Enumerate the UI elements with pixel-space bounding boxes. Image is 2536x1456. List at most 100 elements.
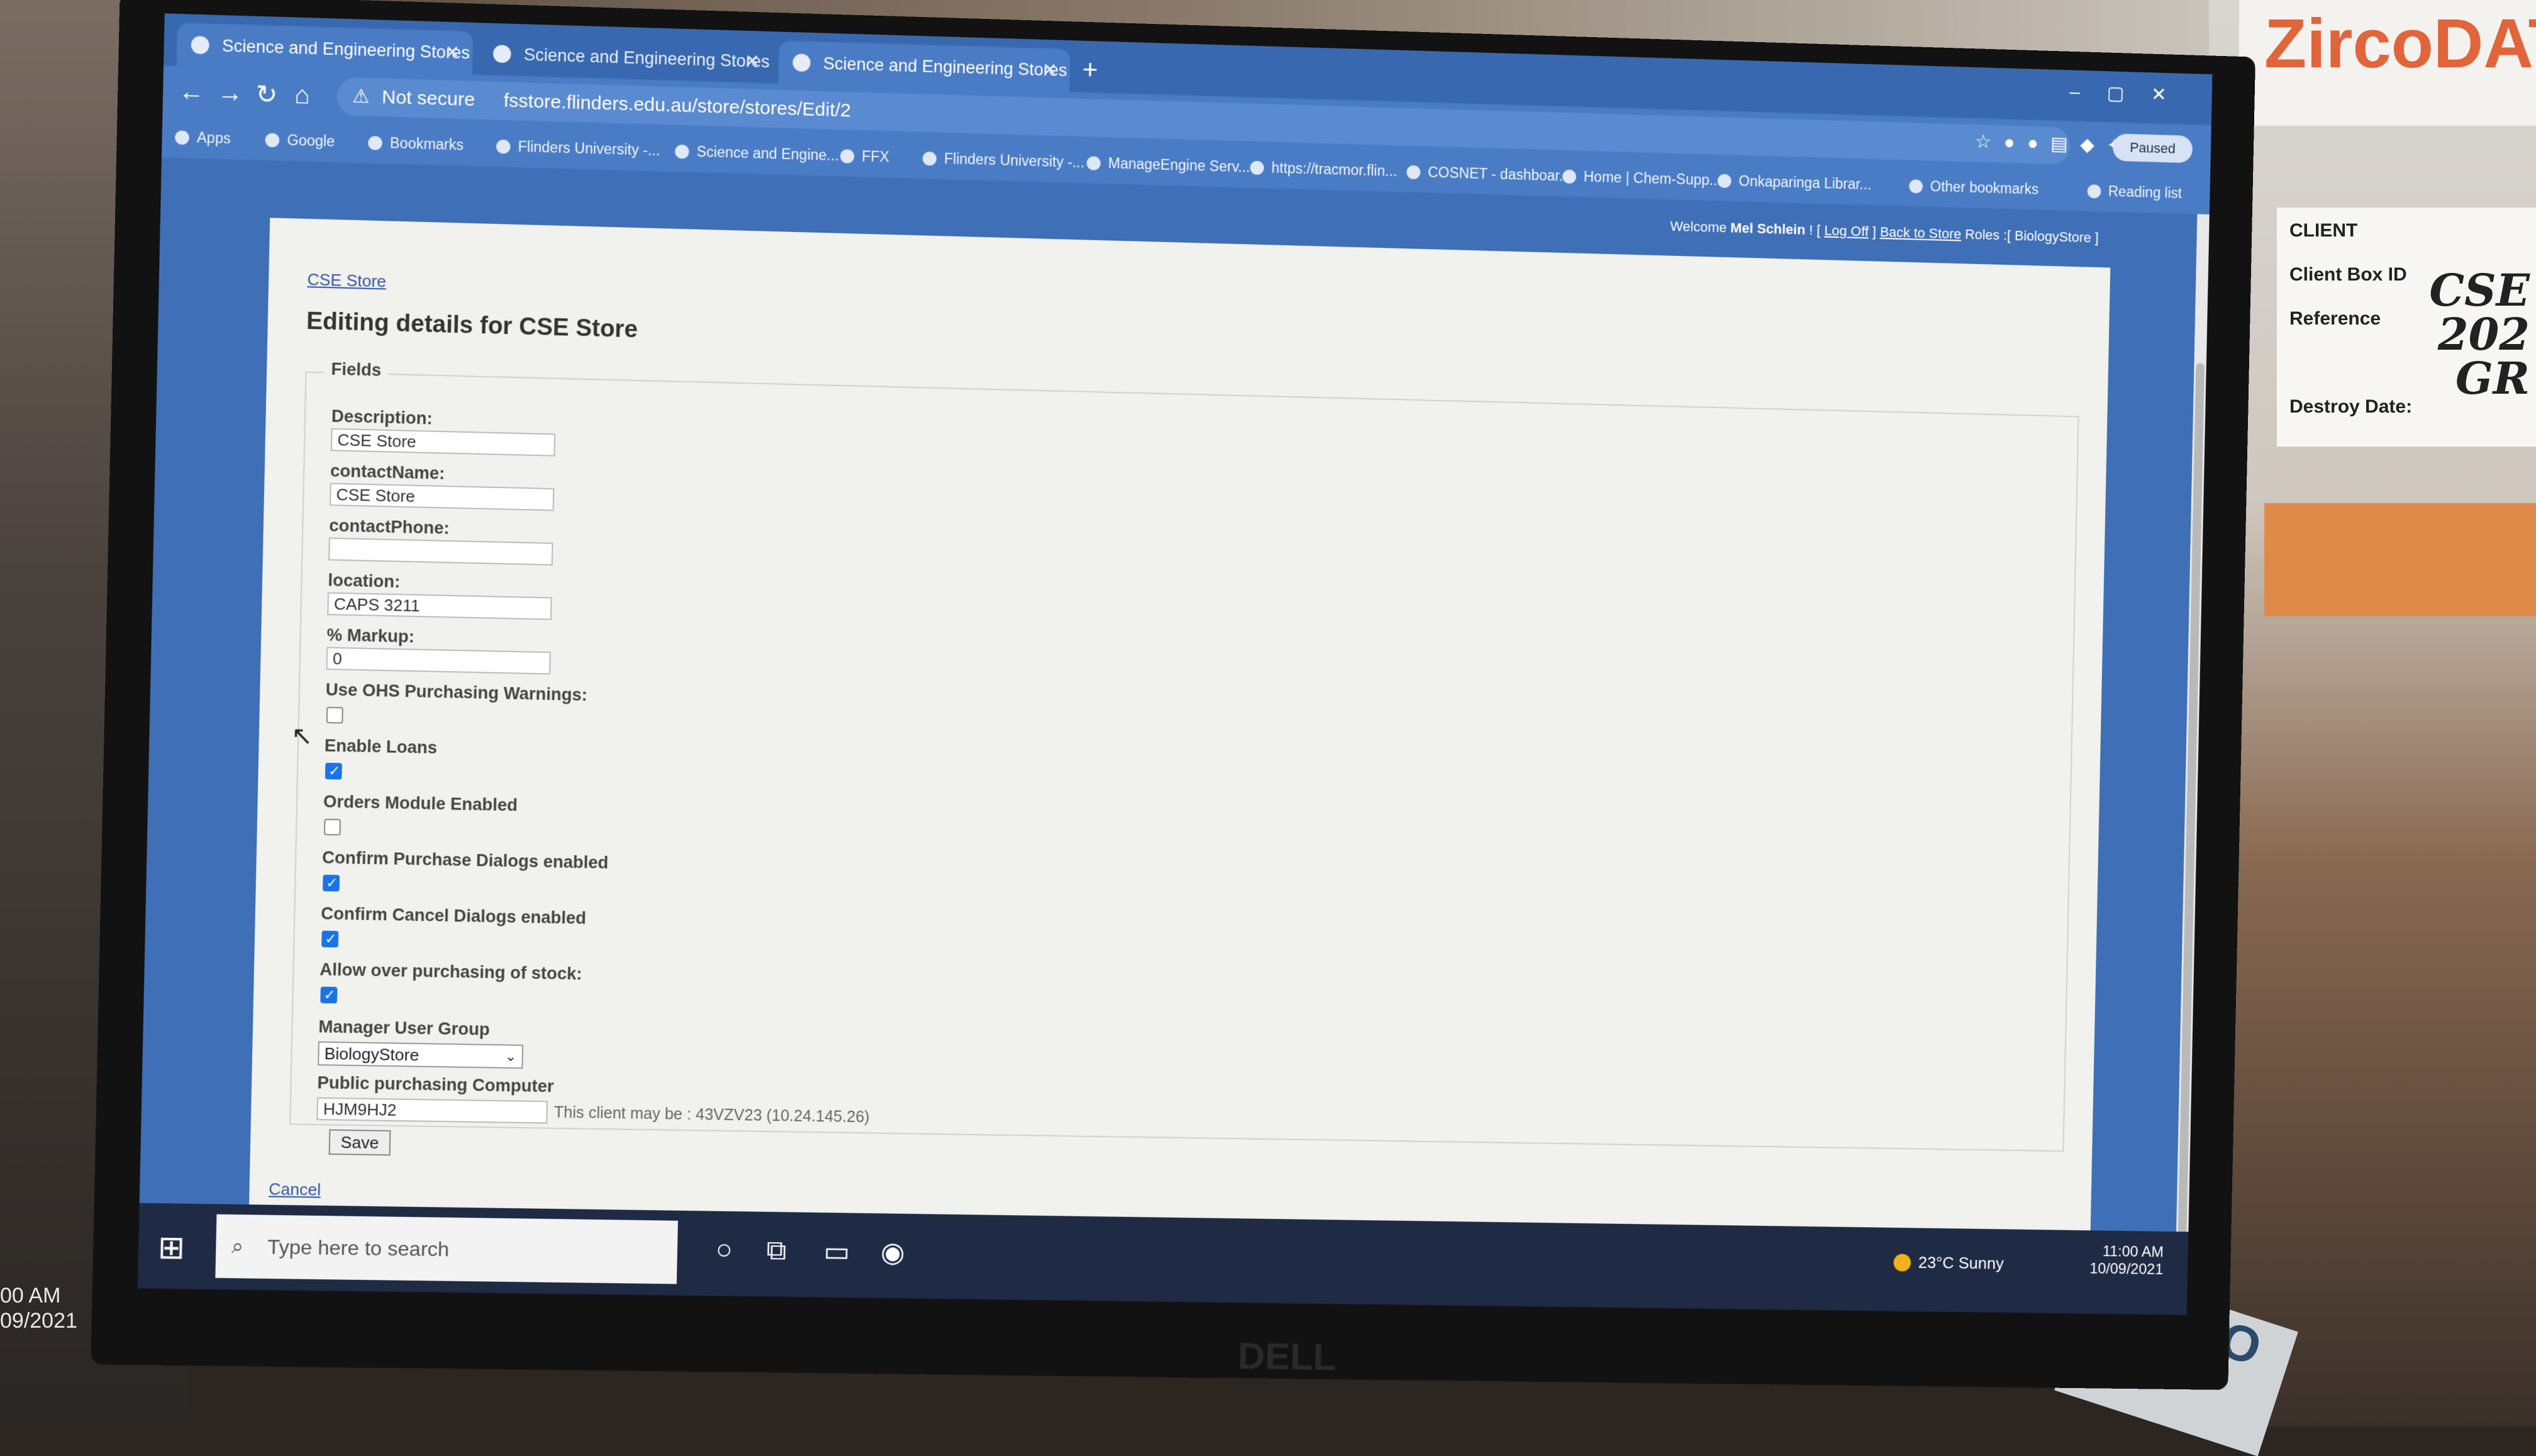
profile-button[interactable]: Paused (2112, 133, 2193, 164)
bookmark-google[interactable]: Google (265, 131, 335, 150)
public-computer-label: Public purchasing Computer (317, 1073, 554, 1096)
star-icon (367, 136, 382, 150)
file-explorer-icon[interactable]: ▭ (823, 1235, 850, 1268)
user-name: Mel Schlein (1730, 220, 1806, 238)
back-icon[interactable]: ← (178, 77, 204, 107)
content-panel: CSE Store Editing details for CSE Store … (248, 218, 2111, 1237)
enable-loans-label: Enable Loans (324, 736, 438, 758)
security-label: Not secure (381, 86, 476, 111)
ffx-icon (840, 149, 855, 164)
weather-widget[interactable]: 23°C Sunny (1893, 1253, 2004, 1274)
client-box-id-label: Client Box ID CSE (2289, 264, 2530, 316)
bookmark-onkaparinga[interactable]: Onkaparinga Librar... (1717, 172, 1872, 194)
breadcrumb-link[interactable]: CSE Store (307, 270, 386, 292)
confirm-cancel-label: Confirm Cancel Dialogs enabled (320, 904, 587, 928)
roles-text: Roles :[ BiologyStore ] (1964, 226, 2099, 246)
windows-start-icon[interactable]: ⊞ (157, 1229, 185, 1266)
cortana-icon[interactable]: ○ (715, 1234, 733, 1266)
forward-icon[interactable]: → (217, 79, 243, 108)
welcome-bar: Welcome Mel Schlein ! [ Log Off ] Back t… (1670, 218, 2099, 246)
sun-icon (1893, 1253, 1911, 1272)
new-tab-button[interactable]: + (1082, 55, 1098, 86)
reference-label: Reference 202 (2289, 308, 2530, 360)
public-computer-input[interactable] (316, 1097, 548, 1124)
over-purchase-checkbox[interactable] (320, 986, 338, 1004)
save-button[interactable]: Save (328, 1129, 391, 1156)
bookmark-folder[interactable]: Bookmarks (367, 134, 464, 154)
orders-module-checkbox[interactable] (323, 818, 342, 836)
manager-group-label: Manager User Group (318, 1017, 491, 1039)
close-tab-icon[interactable]: ✕ (744, 40, 760, 83)
bookmark-flinders-1[interactable]: Flinders University -... (496, 138, 660, 160)
task-view-icon[interactable]: ⧉ (766, 1235, 787, 1267)
contact-phone-label: contactPhone: (328, 516, 450, 538)
confirm-purchase-label: Confirm Purchase Dialogs enabled (321, 848, 609, 872)
description-label: Description: (331, 406, 433, 428)
chem-supply-icon (1562, 169, 1577, 184)
ohs-warnings-label: Use OHS Purchasing Warnings: (325, 680, 588, 705)
google-icon (265, 133, 280, 148)
confirm-cancel-checkbox[interactable] (321, 930, 339, 948)
manager-group-select[interactable]: BiologyStore ⌄ (318, 1041, 524, 1069)
flinders-icon (922, 151, 937, 166)
other-bookmarks[interactable]: Other bookmarks (1909, 177, 2038, 197)
cancel-link[interactable]: Cancel (269, 1179, 321, 1200)
client-card-header: CLIENT (2289, 220, 2358, 241)
ohs-warnings-checkbox[interactable] (326, 706, 343, 724)
description-input[interactable] (330, 428, 556, 457)
screen: Science and Engineering Stores ✕ Science… (137, 13, 2213, 1315)
fields-fieldset: Fields Description: contactName: contact… (289, 359, 2079, 1156)
markup-label: % Markup: (326, 625, 415, 647)
close-tab-icon[interactable]: ✕ (444, 31, 460, 74)
library-icon (1717, 174, 1732, 188)
confirm-purchase-checkbox[interactable] (323, 874, 340, 892)
location-label: location: (328, 570, 401, 592)
client-hint: This client may be : 43VZV23 (10.24.145.… (553, 1103, 870, 1126)
monitor-brand: DELL (1237, 1335, 1337, 1379)
reference-label-2: GR (2455, 352, 2530, 404)
bookmark-apps[interactable]: Apps (174, 128, 231, 147)
contact-name-label: contactName: (330, 461, 445, 483)
system-clock[interactable]: 11:00 AM 10/09/2021 (2089, 1243, 2164, 1279)
manageengine-icon (1086, 156, 1101, 170)
log-off-link[interactable]: Log Off (1824, 223, 1869, 240)
back-to-store-link[interactable]: Back to Store (1880, 224, 1962, 242)
page-title: Editing details for CSE Store (306, 308, 638, 343)
contact-name-input[interactable] (329, 482, 555, 511)
orders-module-label: Orders Module Enabled (323, 792, 518, 815)
enable-loans-checkbox[interactable] (325, 762, 342, 780)
globe-icon (191, 36, 209, 55)
reload-icon[interactable]: ↻ (255, 80, 277, 110)
chrome-icon[interactable]: ◉ (881, 1236, 906, 1269)
close-tab-icon[interactable]: ✕ (1042, 48, 1058, 92)
bookmark-ffx[interactable]: FFX (840, 147, 889, 165)
page: Welcome Mel Schlein ! [ Log Off ] Back t… (139, 157, 2210, 1237)
reading-list[interactable]: Reading list (2087, 182, 2182, 202)
bookmark-flinders-2[interactable]: Flinders University -... (922, 150, 1084, 171)
apps-icon (174, 130, 189, 145)
bookmark-cosnet[interactable]: COSNET - dashboar... (1406, 164, 1571, 185)
cosnet-icon (1406, 165, 1421, 180)
home-icon[interactable]: ⌂ (294, 81, 311, 110)
reading-list-icon (2087, 184, 2101, 199)
location-input[interactable] (327, 592, 552, 620)
bookmark-science[interactable]: Science and Engine... (674, 143, 839, 164)
globe-icon (674, 144, 689, 159)
bookmark-tracmor[interactable]: https://tracmor.flin... (1250, 159, 1397, 181)
globe-icon (492, 45, 511, 64)
globe-icon (792, 53, 811, 72)
contact-phone-input[interactable] (328, 537, 553, 566)
window-controls[interactable]: –▢✕ (2069, 81, 2194, 106)
taskbar-search[interactable]: ⌕ Type here to search (215, 1214, 678, 1284)
chevron-down-icon: ⌄ (504, 1048, 517, 1065)
fieldset-legend: Fields (324, 359, 388, 381)
orange-box (2264, 503, 2536, 616)
flinders-icon (496, 139, 511, 154)
markup-input[interactable] (326, 647, 551, 675)
left-screen-clock: 00 AM 09/2021 (0, 1284, 77, 1333)
over-purchase-label: Allow over purchasing of stock: (320, 960, 582, 984)
bookmark-manageengine[interactable]: ManageEngine Serv... (1086, 154, 1250, 175)
url-text[interactable]: fsstore.flinders.edu.au/store/stores/Edi… (503, 82, 851, 130)
bookmark-chem-supply[interactable]: Home | Chem-Supp... (1562, 168, 1721, 189)
warning-icon: ⚠ (352, 86, 370, 108)
